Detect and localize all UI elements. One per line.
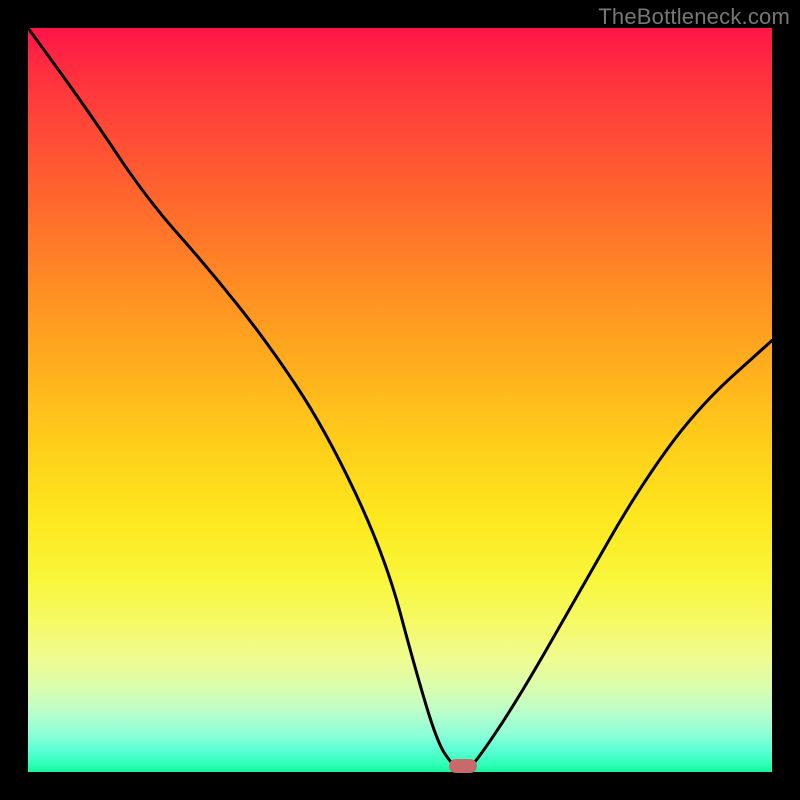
bottleneck-curve [28,28,772,772]
attribution-text: TheBottleneck.com [598,4,790,30]
plot-area [28,28,772,772]
chart-frame: TheBottleneck.com [0,0,800,800]
optimum-marker [449,759,477,773]
